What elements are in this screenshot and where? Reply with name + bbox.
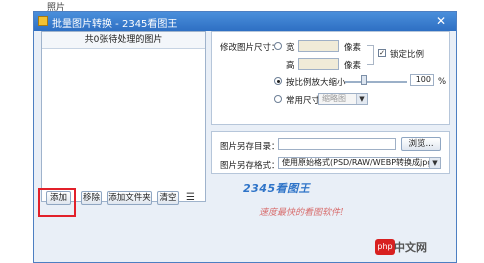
custom-size-radio[interactable] bbox=[274, 42, 282, 50]
ratio-input[interactable]: 100 bbox=[410, 74, 434, 86]
pending-count-header: 共0张待处理的图片 bbox=[42, 32, 205, 49]
output-format-select[interactable]: 使用原始格式(PSD/RAW/WEBP转换成jpg) ▼ bbox=[278, 157, 441, 169]
php-logo-icon: php bbox=[375, 239, 395, 255]
output-format-value: 使用原始格式(PSD/RAW/WEBP转换成jpg) bbox=[282, 158, 436, 167]
window-title: 批量图片转换 - 2345看图王 bbox=[52, 19, 178, 30]
ratio-slider-thumb[interactable] bbox=[360, 75, 367, 85]
output-panel: 图片另存目录： 浏览... 图片另存格式： 使用原始格式(PSD/RAW/WEB… bbox=[211, 131, 450, 174]
list-view-icon[interactable]: ☰ bbox=[186, 192, 196, 204]
brand-slogan: 速度最快的看图软件! bbox=[259, 208, 344, 218]
ratio-label: 按比例放大缩小 bbox=[286, 78, 346, 88]
resize-label: 修改图片尺寸： bbox=[220, 43, 280, 53]
height-unit: 像素 bbox=[344, 61, 362, 71]
close-button[interactable]: ✕ bbox=[434, 14, 448, 28]
lock-ratio-label: 锁定比例 bbox=[390, 50, 425, 60]
common-size-select[interactable]: 缩略图 ▼ bbox=[318, 93, 368, 105]
clear-button[interactable]: 清空 bbox=[157, 191, 179, 205]
common-size-label: 常用尺寸 bbox=[286, 96, 321, 106]
resize-panel: 修改图片尺寸： 宽 像素 高 像素 ✓ 锁定比例 按比例放大缩小 100 % 常… bbox=[211, 31, 450, 125]
width-unit: 像素 bbox=[344, 43, 362, 53]
ratio-radio[interactable] bbox=[274, 77, 282, 85]
height-label: 高 bbox=[286, 61, 295, 71]
add-folder-button[interactable]: 添加文件夹 bbox=[107, 191, 152, 205]
chevron-down-icon: ▼ bbox=[356, 94, 367, 104]
pending-images-list[interactable]: 共0张待处理的图片 bbox=[41, 31, 206, 202]
app-icon bbox=[38, 16, 48, 26]
common-size-radio[interactable] bbox=[274, 95, 282, 103]
site-watermark: 中文网 bbox=[394, 241, 427, 254]
output-format-label: 图片另存格式： bbox=[220, 161, 280, 171]
output-dir-label: 图片另存目录： bbox=[220, 142, 280, 152]
brand-logo: 2345看图王 bbox=[243, 182, 311, 195]
output-dir-input[interactable] bbox=[278, 138, 396, 150]
width-input[interactable] bbox=[298, 40, 339, 52]
lock-bracket bbox=[367, 45, 374, 65]
ratio-slider[interactable] bbox=[345, 81, 407, 83]
remove-button[interactable]: 移除 bbox=[81, 191, 102, 205]
lock-ratio-checkbox[interactable]: ✓ bbox=[378, 49, 386, 57]
add-button-highlight bbox=[38, 188, 76, 217]
height-input[interactable] bbox=[298, 58, 339, 70]
browse-button[interactable]: 浏览... bbox=[401, 137, 441, 151]
title-bar[interactable]: 批量图片转换 - 2345看图王 ✕ bbox=[34, 12, 456, 31]
chevron-down-icon: ▼ bbox=[429, 158, 440, 168]
common-size-value: 缩略图 bbox=[322, 94, 346, 103]
ratio-unit: % bbox=[438, 77, 447, 87]
width-label: 宽 bbox=[286, 43, 295, 53]
